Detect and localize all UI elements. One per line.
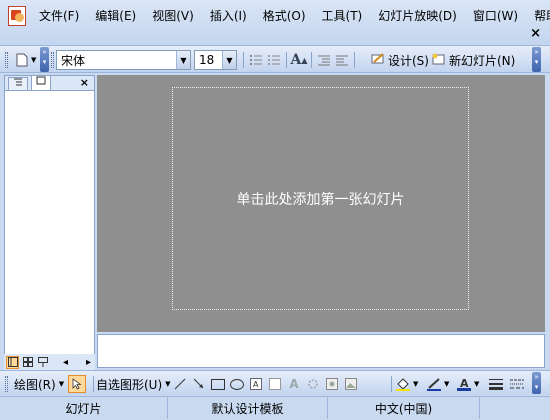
status-language: 中文(中国) (328, 397, 480, 419)
status-empty-cell (480, 397, 550, 419)
slide-sorter-view-icon[interactable] (21, 356, 34, 369)
toolbar-options-chevron-icon[interactable]: » ▾ (40, 47, 49, 72)
autoshapes-menu-button[interactable]: 自选图形(U) ▼ (96, 374, 171, 394)
view-buttons: ◂ ▸ (4, 354, 95, 370)
bulleted-list-icon[interactable] (265, 51, 283, 69)
font-name-value: 宋体 (61, 53, 86, 68)
toolbar-grip[interactable] (5, 50, 8, 70)
chevron-down-icon[interactable]: ▼ (413, 380, 418, 388)
textbox-tool-icon[interactable]: A (248, 376, 264, 392)
new-slide-button[interactable]: 新幻灯片(N) (432, 50, 515, 70)
status-slide-indicator: 幻灯片 (0, 397, 168, 419)
design-label: 设计(S) (388, 53, 429, 68)
status-design-template[interactable]: 默认设计模板 (168, 397, 328, 419)
outline-pane: × (4, 75, 95, 368)
menu-slideshow[interactable]: 幻灯片放映(D) (370, 6, 465, 26)
diagram-tool-icon[interactable] (305, 376, 321, 392)
new-document-dropdown[interactable]: ▼ (31, 50, 36, 70)
svg-text:A: A (253, 380, 259, 389)
new-slide-label: 新幻灯片(N) (449, 53, 516, 68)
notes-pane[interactable] (97, 334, 545, 368)
tab-slides[interactable] (31, 75, 51, 90)
chevron-down-icon[interactable]: ▼ (474, 380, 479, 388)
toolbar-overflow-chevron-icon[interactable]: » ▾ (532, 47, 541, 72)
chevron-down-icon: ▼ (58, 380, 65, 388)
font-size-value: 18 (199, 53, 215, 67)
rectangle-tool-icon[interactable] (210, 376, 226, 392)
select-objects-button[interactable] (68, 374, 86, 394)
chevron-down-icon[interactable]: ▼ (222, 51, 236, 69)
normal-view-icon[interactable] (6, 355, 19, 369)
new-document-button[interactable] (13, 50, 31, 70)
drawbar-separator-2 (388, 374, 395, 394)
shape-tools: A A (172, 374, 359, 394)
vertical-textbox-tool-icon[interactable] (267, 376, 283, 392)
new-slide-icon (432, 53, 446, 68)
fill-color-button[interactable]: ▼ (395, 374, 418, 394)
clipart-tool-icon[interactable] (324, 376, 340, 392)
line-style-icon (488, 376, 504, 392)
line-color-icon (426, 376, 442, 392)
menu-window[interactable]: 窗口(W) (465, 6, 526, 26)
oval-tool-icon[interactable] (229, 376, 245, 392)
slideshow-view-icon[interactable] (36, 356, 49, 369)
menu-tools[interactable]: 工具(T) (314, 6, 371, 26)
fill-color-icon (395, 376, 411, 392)
menu-help[interactable]: 帮助(H) (526, 6, 550, 26)
pane-close-icon[interactable]: × (80, 76, 89, 89)
menu-insert[interactable]: 插入(I) (202, 6, 255, 26)
dash-style-button[interactable] (509, 374, 525, 394)
powerpoint-app-icon[interactable] (8, 6, 26, 26)
chevron-down-icon[interactable]: ▼ (176, 51, 190, 69)
draw-label: 绘图(R) (14, 377, 56, 392)
font-name-combo[interactable]: 宋体 ▼ (56, 50, 191, 70)
menu: 文件(F) 编辑(E) 视图(V) 插入(I) 格式(O) 工具(T) 幻灯片放… (31, 6, 550, 26)
pointer-icon (68, 375, 86, 393)
increase-font-size-icon[interactable]: A ▲ (290, 51, 308, 69)
menu-bar: 文件(F) 编辑(E) 视图(V) 插入(I) 格式(O) 工具(T) 幻灯片放… (0, 0, 550, 46)
drawbar-grip[interactable] (5, 374, 8, 394)
numbered-list-icon[interactable] (247, 51, 265, 69)
drawing-toolbar: 绘图(R) ▼ 自选图形(U) ▼ A A ▼ ▼ A ▼ » ▾ (0, 370, 550, 395)
tab-outline[interactable] (8, 77, 28, 90)
autoshapes-label: 自选图形(U) (96, 377, 163, 392)
wordart-tool-icon[interactable]: A (286, 376, 302, 392)
design-icon (371, 52, 385, 68)
toolbar-group-list: A ▲ (240, 50, 358, 70)
font-color-icon: A (456, 376, 472, 392)
pane-tabs: × (5, 75, 94, 91)
font-color-button[interactable]: A ▼ (456, 374, 479, 394)
status-bar: 幻灯片 默认设计模板 中文(中国) (0, 396, 550, 420)
menu-edit[interactable]: 编辑(E) (87, 6, 144, 26)
add-first-slide-placeholder[interactable]: 单击此处添加第一张幻灯片 (172, 87, 469, 310)
picture-tool-icon[interactable] (343, 376, 359, 392)
scroll-left-icon[interactable]: ◂ (59, 356, 72, 369)
line-tool-icon[interactable] (172, 376, 188, 392)
menu-format[interactable]: 格式(O) (255, 6, 314, 26)
line-style-button[interactable] (488, 374, 504, 394)
increase-indent-icon[interactable] (333, 51, 351, 69)
font-size-combo[interactable]: 18 ▼ (194, 50, 237, 70)
line-color-button[interactable]: ▼ (426, 374, 449, 394)
menu-file[interactable]: 文件(F) (31, 6, 87, 26)
draw-menu-button[interactable]: 绘图(R) ▼ (14, 374, 64, 394)
chevron-down-icon[interactable]: ▼ (444, 380, 449, 388)
placeholder-text: 单击此处添加第一张幻灯片 (236, 191, 405, 208)
drawbar-overflow-chevron-icon[interactable]: » ▾ (532, 372, 541, 394)
arrow-tool-icon[interactable] (191, 376, 207, 392)
new-document-icon (13, 51, 31, 69)
dash-style-icon (509, 376, 525, 392)
decrease-indent-icon[interactable] (315, 51, 333, 69)
scroll-right-icon[interactable]: ▸ (82, 356, 95, 369)
slide-editing-area: 单击此处添加第一张幻灯片 (97, 75, 545, 332)
formatting-toolbar: ▼ » ▾ 宋体 ▼ 18 ▼ A ▲ 设计(S) 新幻灯片(N) » ▾ (0, 46, 550, 73)
chevron-down-icon: ▼ (165, 380, 171, 388)
document-close-icon[interactable]: × (530, 27, 541, 41)
toolbar-grip-2 (51, 50, 54, 70)
design-button[interactable]: 设计(S) (371, 50, 429, 70)
menu-view[interactable]: 视图(V) (144, 6, 202, 26)
